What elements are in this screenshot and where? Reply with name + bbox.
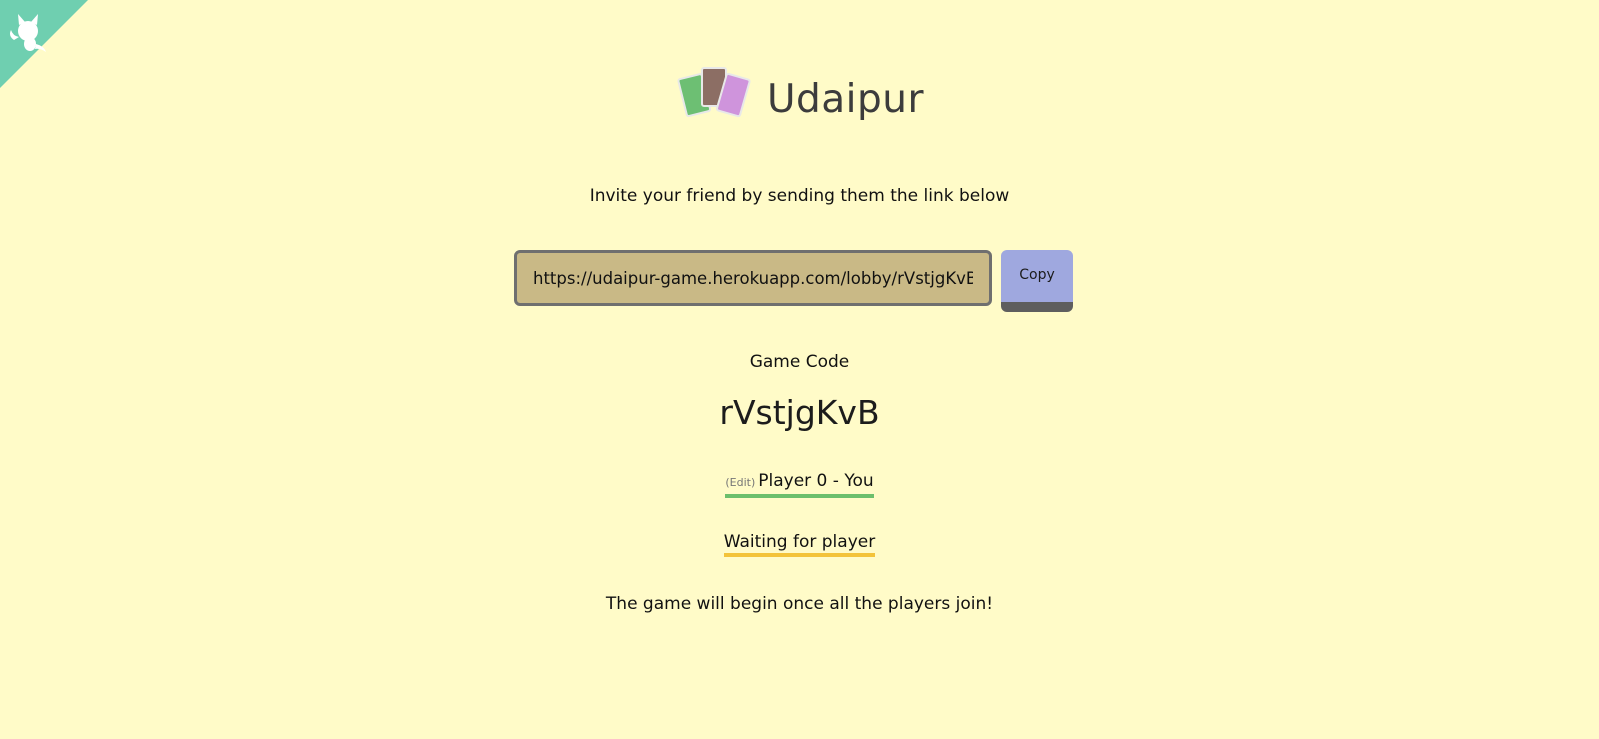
invite-instructions: Invite your friend by sending them the l… xyxy=(589,186,1010,206)
game-code: rVstjgKvB xyxy=(719,393,880,432)
invite-link-row: Copy xyxy=(514,250,1073,312)
edit-name-link[interactable]: (Edit) xyxy=(725,476,755,489)
app-header: Udaipur xyxy=(0,64,1599,124)
copy-button[interactable]: Copy xyxy=(1001,250,1073,312)
player-name: Player 0 - You xyxy=(758,471,874,491)
cards-logo-icon xyxy=(677,67,751,118)
waiting-for-player-status: Waiting for player xyxy=(723,531,876,557)
game-start-notice: The game will begin once all the players… xyxy=(605,594,994,614)
app-title: Udaipur xyxy=(766,76,925,122)
player-list-item: Waiting for player xyxy=(0,531,1599,557)
player-list-item: (Edit) Player 0 - You xyxy=(0,470,1599,498)
game-code-label: Game Code xyxy=(749,352,850,372)
player-self: (Edit) Player 0 - You xyxy=(725,470,874,498)
invite-link-field[interactable] xyxy=(514,250,992,306)
